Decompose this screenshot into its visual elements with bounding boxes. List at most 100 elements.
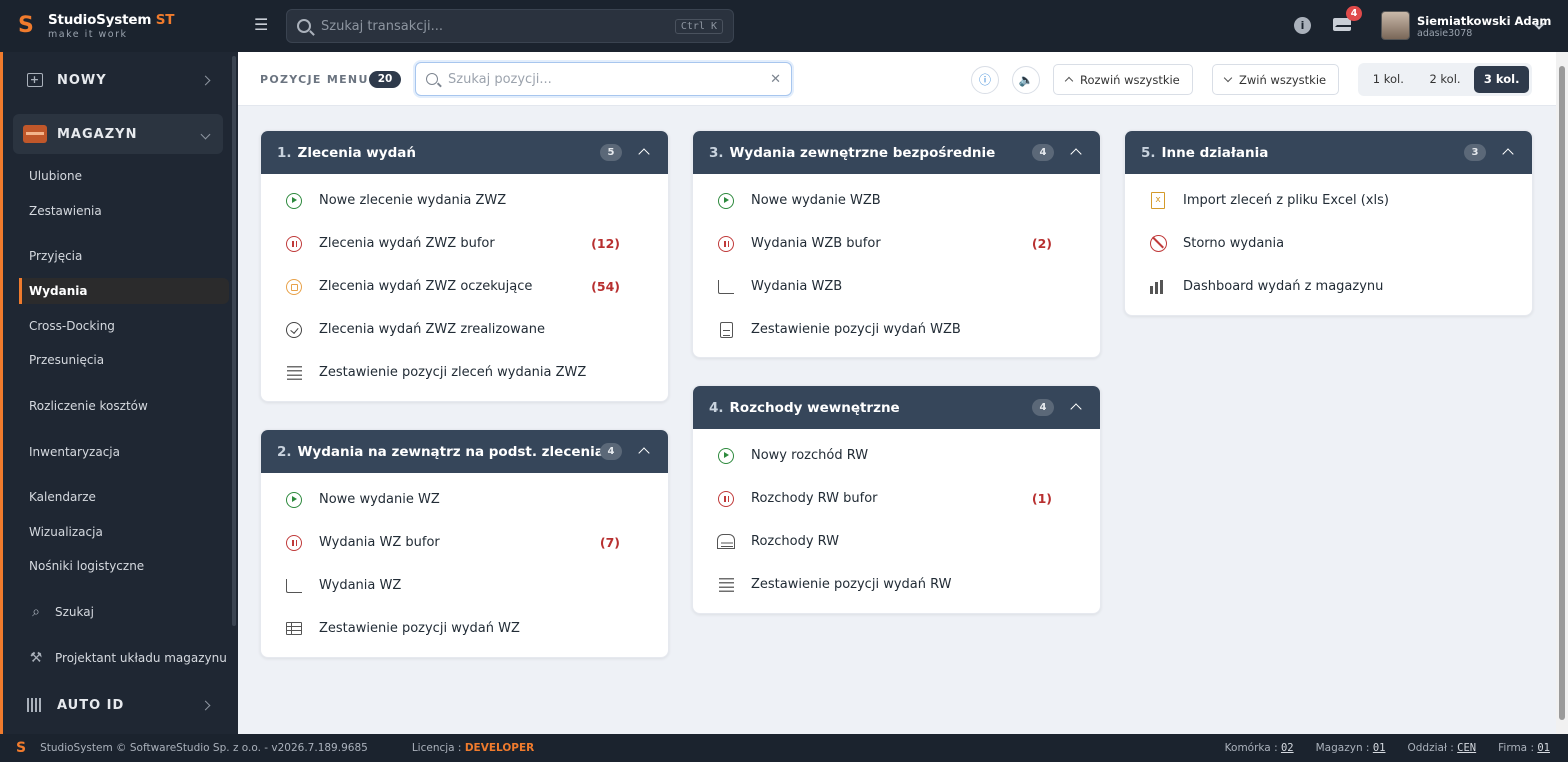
- mail-icon[interactable]: [1333, 18, 1351, 31]
- sidebar-scrollbar[interactable]: [232, 56, 236, 626]
- menu-positions-label: POZYCJE MENU: [260, 73, 369, 86]
- chevron-up-icon[interactable]: [1070, 148, 1082, 160]
- menu-item[interactable]: Wydania WZ: [261, 564, 668, 607]
- menu-item-count: (1): [1031, 491, 1052, 506]
- card-header[interactable]: 5. Inne działania 3: [1125, 131, 1532, 174]
- menu-item[interactable]: Rozchody RW bufor (1): [693, 477, 1100, 520]
- card-count: 4: [600, 443, 622, 460]
- menu-item[interactable]: Zestawienie pozycji zleceń wydania ZWZ: [261, 351, 668, 394]
- oddzial-value: CEN: [1457, 742, 1477, 754]
- sidebar-item-label: Projektant układu magazynu: [55, 651, 227, 665]
- sidebar-group-nowy[interactable]: + NOWY: [13, 60, 223, 100]
- magazyn-info[interactable]: Magazyn : 01: [1316, 742, 1386, 754]
- collapse-all-button[interactable]: Zwiń wszystkie: [1212, 64, 1340, 95]
- komorka-info[interactable]: Komórka : 02: [1225, 742, 1294, 754]
- sidebar-group-magazyn[interactable]: MAGAZYN: [13, 114, 223, 154]
- card-header[interactable]: 1. Zlecenia wydań 5: [261, 131, 668, 174]
- avatar[interactable]: [1381, 11, 1410, 40]
- main-scrollbar[interactable]: [1556, 52, 1568, 734]
- position-search-input[interactable]: [448, 71, 771, 87]
- chevron-right-icon: [200, 75, 211, 85]
- menu-item[interactable]: Zestawienie pozycji wydań WZB: [693, 308, 1100, 351]
- license: Licencja : DEVELOPER: [412, 742, 534, 754]
- license-value: DEVELOPER: [464, 742, 535, 754]
- menu-item[interactable]: Nowe zlecenie wydania ZWZ: [261, 179, 668, 222]
- menu-item[interactable]: Wydania WZB bufor (2): [693, 222, 1100, 265]
- menu-item-label: Nowe zlecenie wydania ZWZ: [319, 193, 507, 208]
- column-layout-switch: 1 kol. 2 kol. 3 kol.: [1358, 63, 1532, 96]
- context-info: Komórka : 02 Magazyn : 01 Oddział : CEN …: [1225, 742, 1550, 754]
- menu-item[interactable]: Zestawienie pozycji wydań RW: [693, 563, 1100, 606]
- sidebar-item-cross-docking[interactable]: Cross-Docking: [19, 313, 229, 339]
- transaction-search[interactable]: Ctrl K: [286, 9, 734, 43]
- brand[interactable]: S StudioSystem ST make it work: [0, 0, 238, 52]
- menu-item[interactable]: Dashboard wydań z magazynu: [1125, 265, 1532, 308]
- menu-item-label: Zlecenia wydań ZWZ bufor: [319, 236, 495, 251]
- sidebar-item-inwentaryzacja[interactable]: Inwentaryzacja: [19, 439, 229, 465]
- sidebar-item-kalendarze[interactable]: Kalendarze: [19, 484, 229, 510]
- oddzial-info[interactable]: Oddział : CEN: [1407, 742, 1476, 754]
- menu-item[interactable]: Nowe wydanie WZB: [693, 179, 1100, 222]
- menu-item-label: Zlecenia wydań ZWZ zrealizowane: [319, 322, 546, 337]
- menu-item[interactable]: Nowy rozchód RW: [693, 434, 1100, 477]
- sound-button[interactable]: 🔈: [1012, 66, 1040, 94]
- warehouse-icon: [23, 125, 47, 143]
- chevron-up-icon[interactable]: [1502, 148, 1514, 160]
- pause-icon: [286, 534, 302, 551]
- sidebar-item-wydania[interactable]: Wydania: [19, 278, 229, 304]
- pause-icon: [718, 235, 734, 252]
- user-menu[interactable]: Siemiatkowski Adam adasie3078: [1417, 14, 1551, 39]
- menu-item[interactable]: Nowe wydanie WZ: [261, 478, 668, 521]
- position-search[interactable]: ✕: [415, 62, 792, 96]
- card-header[interactable]: 3. Wydania zewnętrzne bezpośrednie 4: [693, 131, 1100, 174]
- scrollbar-thumb[interactable]: [1559, 66, 1565, 720]
- sidebar-item-rozliczenie-kosztow[interactable]: Rozliczenie kosztów: [19, 393, 229, 419]
- chevron-up-icon[interactable]: [638, 447, 650, 459]
- chevron-up-icon[interactable]: [638, 148, 650, 160]
- menu-item[interactable]: Zestawienie pozycji wydań WZ: [261, 607, 668, 650]
- chevron-up-icon[interactable]: [1070, 403, 1082, 415]
- sidebar-item-nosniki-logistyczne[interactable]: Nośniki logistyczne: [19, 553, 229, 579]
- info-button[interactable]: ⓘ: [971, 66, 999, 94]
- menu-item-label: Rozchody RW bufor: [751, 491, 878, 506]
- sidebar-item-wizualizacja[interactable]: Wizualizacja: [19, 519, 229, 545]
- sidebar-item-ulubione[interactable]: Ulubione: [19, 163, 229, 189]
- menu-item-label: Storno wydania: [1183, 236, 1285, 251]
- studiosystem-logo-icon: S: [16, 740, 27, 756]
- menu-item[interactable]: Wydania WZB: [693, 265, 1100, 308]
- copyright: StudioSystem © SoftwareStudio Sp. z o.o.…: [40, 742, 368, 754]
- card-number: 2.: [277, 443, 292, 460]
- firma-info[interactable]: Firma : 01: [1498, 742, 1550, 754]
- chevron-right-icon: [200, 700, 211, 710]
- card-header[interactable]: 2. Wydania na zewnątrz na podst. zleceni…: [261, 430, 668, 473]
- menu-item-label: Nowe wydanie WZ: [319, 492, 440, 507]
- expand-all-button[interactable]: Rozwiń wszystkie: [1053, 64, 1193, 95]
- transaction-search-input[interactable]: [321, 18, 675, 34]
- menu-item-count: (12): [591, 236, 620, 251]
- sidebar-item-szukaj[interactable]: ⌕ Szukaj: [19, 599, 229, 625]
- sidebar-item-zestawienia[interactable]: Zestawienia: [19, 198, 229, 224]
- sidebar-item-przesuniecia[interactable]: Przesunięcia: [19, 347, 229, 373]
- menu-item[interactable]: Zlecenia wydań ZWZ bufor (12): [261, 222, 668, 265]
- card-header[interactable]: 4. Rozchody wewnętrzne 4: [693, 386, 1100, 429]
- columns-2-button[interactable]: 2 kol.: [1418, 66, 1473, 93]
- columns-1-button[interactable]: 1 kol.: [1361, 66, 1416, 93]
- card-number: 4.: [709, 399, 724, 416]
- license-label: Licencja :: [411, 742, 462, 754]
- menu-item[interactable]: Zlecenia wydań ZWZ oczekujące (54): [261, 265, 668, 308]
- sidebar: + NOWY MAGAZYN Ulubione Zestawienia Przy…: [0, 52, 238, 734]
- menu-item[interactable]: Storno wydania: [1125, 222, 1532, 265]
- menu-item[interactable]: Rozchody RW: [693, 520, 1100, 563]
- menu-toggle-icon[interactable]: ☰: [254, 16, 272, 34]
- menu-item-label: Import zleceń z pliku Excel (xls): [1183, 193, 1389, 208]
- sidebar-group-autoid[interactable]: AUTO ID: [13, 685, 223, 725]
- info-icon[interactable]: i: [1294, 17, 1311, 34]
- sidebar-item-przyjecia[interactable]: Przyjęcia: [19, 243, 229, 269]
- clear-icon[interactable]: ✕: [770, 72, 781, 87]
- menu-item[interactable]: Wydania WZ bufor (7): [261, 521, 668, 564]
- menu-item-label: Nowe wydanie WZB: [751, 193, 881, 208]
- menu-item[interactable]: Zlecenia wydań ZWZ zrealizowane: [261, 308, 668, 351]
- menu-item[interactable]: x Import zleceń z pliku Excel (xls): [1125, 179, 1532, 222]
- columns-3-button[interactable]: 3 kol.: [1474, 66, 1530, 93]
- sidebar-item-projektant[interactable]: ⚒ Projektant układu magazynu: [19, 645, 229, 671]
